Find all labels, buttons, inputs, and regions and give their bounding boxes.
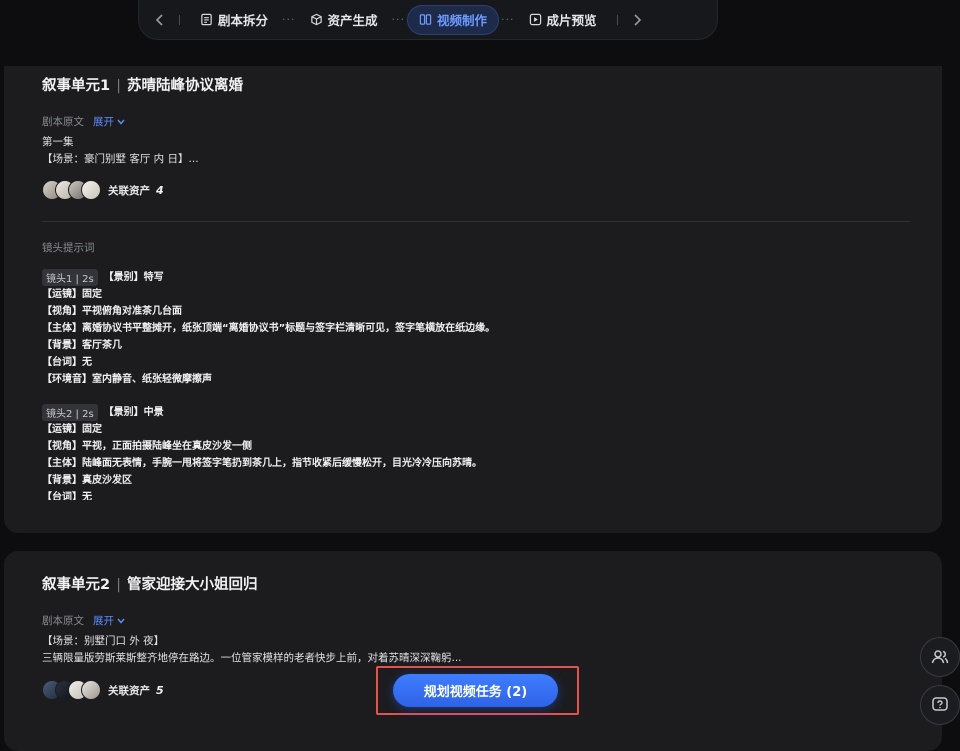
script-excerpt: 【场景：别墅门口 外 夜】 三辆限量版劳斯莱斯整齐地停在路边。一位管家模样的老者… [42, 635, 462, 664]
narrative-unit-card: 叙事单元2 | 管家迎接大小姐回归 剧本原文 展开 【场景：别墅门口 外 夜】 三辆… [4, 551, 942, 751]
script-excerpt: 第一集 【场景：豪门别墅 客厅 内 日】... [42, 136, 199, 165]
step-label: 视频制作 [437, 13, 488, 28]
step-asset-generation[interactable]: 资产生成 [298, 5, 390, 35]
step-script-split[interactable]: 剧本拆分 [188, 5, 280, 35]
shot-item: 镜头1 | 2s 【景别】特写 【运镜】固定 【视角】平视俯角对准茶几台面 【主… [42, 268, 912, 388]
shot-line: 【视角】平视，正面拍摄陆峰坐在真皮沙发一侧 [42, 441, 252, 452]
step-label: 剧本拆分 [218, 13, 269, 28]
step-final-preview[interactable]: 成片预览 [517, 5, 609, 35]
unit-title: 叙事单元1 | 苏晴陆峰协议离婚 [42, 78, 243, 94]
shot-line: 【主体】离婚协议书平整摊开，纸张顶端“离婚协议书”标题与签字栏清晰可见，签字笔横… [42, 323, 496, 334]
cta-highlight-frame: 规划视频任务 (2) [376, 666, 579, 715]
shot-tag: 镜头1 | 2s [42, 268, 98, 286]
users-icon [931, 650, 949, 664]
help-question-icon [932, 697, 948, 711]
cube-icon [310, 13, 322, 26]
shot-line: 【背景】客厅茶几 [42, 340, 122, 351]
step-label: 资产生成 [327, 13, 378, 28]
plan-video-tasks-button[interactable]: 规划视频任务 (2) [393, 674, 558, 707]
shot-line: 【环境音】室内静音、纸张轻微摩擦声 [42, 374, 212, 385]
script-original-label: 剧本原文 [42, 116, 84, 128]
shot-tag: 镜头2 | 2s [42, 403, 98, 421]
assets-label: 关联资产 [108, 684, 150, 697]
shot-line: 【视角】平视俯角对准茶几台面 [42, 306, 182, 317]
chevron-left-icon [155, 13, 163, 26]
shot-line: 【运镜】固定 [42, 289, 102, 300]
chevron-right-icon [633, 13, 641, 26]
shot-line: 【台词】无 [42, 357, 92, 368]
shot-line: 【主体】陆峰面无表情，手腕一甩将签字笔扔到茶几上，指节收紧后缓慢松开，目光冷冷压… [42, 458, 482, 469]
step-dots: ··· [501, 13, 515, 26]
nav-separator [616, 14, 618, 25]
expand-link[interactable]: 展开 [93, 114, 125, 129]
shot-line: 【台词】无 [42, 492, 92, 500]
assets-count: 4 [156, 183, 164, 197]
related-assets[interactable]: 关联资产 4 [42, 180, 164, 200]
step-video-production[interactable]: 视频制作 [407, 4, 500, 35]
shot-heading: 【景别】中景 [103, 406, 164, 418]
shot-heading: 【景别】特写 [103, 271, 164, 283]
step-dots: ··· [391, 13, 406, 26]
play-icon [529, 13, 541, 26]
nav-next-button[interactable] [626, 9, 648, 31]
step-label: 成片预览 [546, 13, 597, 28]
unit-title: 叙事单元2 | 管家迎接大小姐回归 [42, 577, 258, 593]
shot-line: 【背景】真皮沙发区 [42, 475, 132, 486]
document-icon [201, 13, 212, 26]
nav-separator [179, 14, 180, 25]
shot-item: 镜头2 | 2s 【景别】中景 【运镜】固定 【视角】平视，正面拍摄陆峰坐在真皮… [42, 403, 912, 500]
assets-count: 5 [156, 683, 164, 697]
chevron-down-icon [117, 618, 125, 624]
section-divider [42, 221, 910, 222]
asset-thumbnail [81, 180, 101, 200]
narrative-unit-card: 叙事单元1 | 苏晴陆峰协议离婚 剧本原文 展开 第一集 【场景：豪门别墅 客厅 内… [4, 66, 942, 533]
step-dots: ··· [282, 13, 296, 26]
step-navigation: 剧本拆分 ··· 资产生成 ··· 视频制作 ··· 成片预览 [138, 0, 718, 40]
assets-label: 关联资产 [108, 184, 150, 197]
shot-line: 【运镜】固定 [42, 424, 102, 435]
related-assets[interactable]: 关联资产 5 [42, 680, 164, 700]
film-icon [419, 14, 432, 25]
expand-link[interactable]: 展开 [93, 613, 125, 628]
community-button[interactable] [920, 637, 960, 677]
shot-prompts-list[interactable]: 镜头1 | 2s 【景别】特写 【运镜】固定 【视角】平视俯角对准茶几台面 【主… [42, 268, 912, 500]
asset-thumbnail [81, 680, 101, 700]
chevron-down-icon [117, 119, 125, 125]
help-button[interactable] [920, 685, 960, 725]
script-original-label: 剧本原文 [42, 615, 84, 627]
nav-prev-button[interactable] [149, 9, 171, 31]
shot-prompts-label: 镜头提示词 [42, 242, 95, 254]
